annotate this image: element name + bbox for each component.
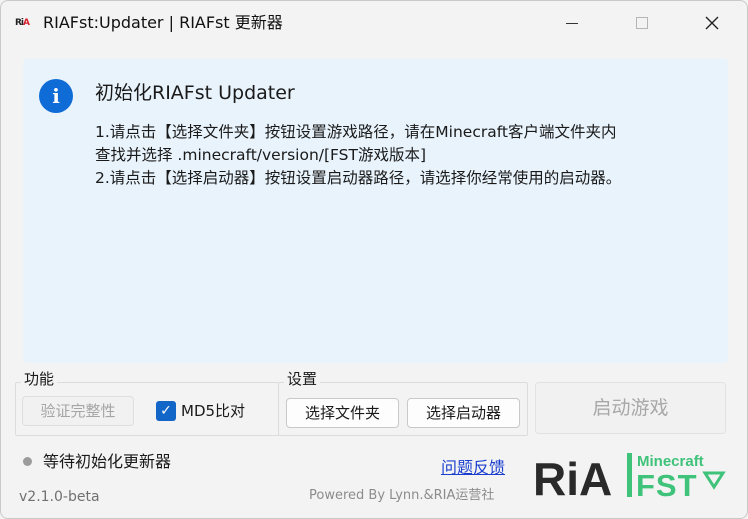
minimize-icon <box>566 22 578 24</box>
info-panel: i 初始化RIAFst Updater 1.请点击【选择文件夹】按钮设置游戏路径… <box>23 59 728 363</box>
md5-checkbox[interactable]: ✓ <box>156 401 176 421</box>
info-line-3: 2.请点击【选择启动器】按钮设置启动器路径，请选择你经常使用的启动器。 <box>95 169 622 187</box>
powered-by-label: Powered By Lynn.&RIA运营社 <box>309 488 495 503</box>
md5-checkbox-label[interactable]: MD5比对 <box>181 402 245 420</box>
app-logo-icon: RiA <box>15 18 30 28</box>
checkmark-icon: ✓ <box>160 403 172 419</box>
maximize-icon <box>636 17 648 29</box>
brand-divider <box>627 453 632 497</box>
brand-triangle-icon <box>702 471 726 490</box>
settings-group-label: 设置 <box>284 370 321 388</box>
close-icon <box>705 16 719 30</box>
select-folder-button[interactable]: 选择文件夹 <box>286 398 399 428</box>
brand-fst-text: FST <box>636 468 698 501</box>
verify-integrity-button[interactable]: 验证完整性 <box>22 396 134 426</box>
info-line-1: 1.请点击【选择文件夹】按钮设置游戏路径，请在Minecraft客户端文件夹内 <box>95 123 617 141</box>
select-launcher-button[interactable]: 选择启动器 <box>407 398 520 428</box>
riafst-brand-logo: RiA Minecraft FST <box>533 453 726 501</box>
app-window: RiA RIAFst:Updater | RIAFst 更新器 i 初始化RIA… <box>0 0 748 519</box>
maximize-button[interactable] <box>619 1 665 45</box>
function-group-label: 功能 <box>21 370 58 388</box>
status-text: 等待初始化更新器 <box>43 452 172 471</box>
info-title: 初始化RIAFst Updater <box>95 82 295 104</box>
info-body: 1.请点击【选择文件夹】按钮设置游戏路径，请在Minecraft客户端文件夹内 … <box>95 121 720 190</box>
start-game-button[interactable]: 启动游戏 <box>535 382 726 434</box>
window-title: RIAFst:Updater | RIAFst 更新器 <box>43 13 283 32</box>
brand-ria-text: RiA <box>533 453 612 501</box>
minimize-button[interactable] <box>549 1 595 45</box>
info-line-2: 查找并选择 .minecraft/version/[FST游戏版本] <box>95 146 427 164</box>
close-button[interactable] <box>689 1 735 45</box>
title-bar[interactable]: RiA RIAFst:Updater | RIAFst 更新器 <box>1 1 747 45</box>
status-indicator-icon <box>23 457 32 466</box>
version-label: v2.1.0-beta <box>19 489 100 505</box>
info-icon: i <box>39 79 73 113</box>
feedback-link[interactable]: 问题反馈 <box>441 458 505 478</box>
